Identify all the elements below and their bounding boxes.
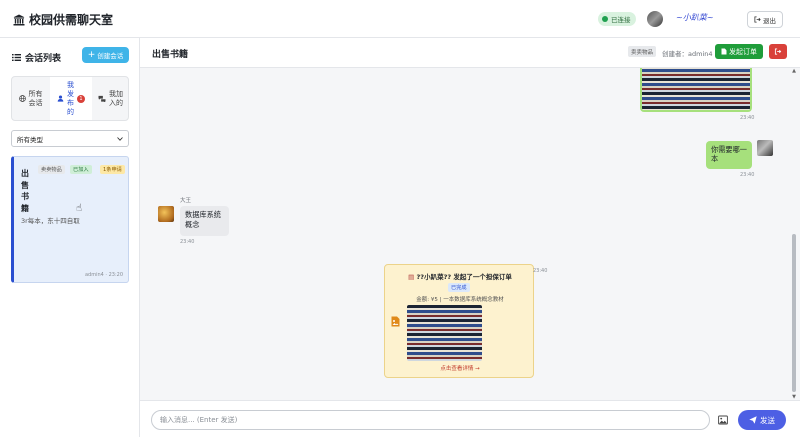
sidebar-title: 会话列表 [12,51,61,64]
building-icon [13,14,25,25]
tab-all-sessions[interactable]: 所有会话 [12,77,50,120]
connection-status-text: 已连接 [611,16,631,24]
own-avatar [757,140,773,156]
create-order-button[interactable]: 发起订单 [715,44,763,59]
status-dot-icon [602,16,608,22]
message-time: 23:40 [740,172,755,178]
new-session-button[interactable]: + 创建会话 [82,47,129,63]
message-input[interactable] [151,410,710,430]
app-brand: 校园供需聊天室 [13,11,113,28]
connection-status-badge: 已连接 [598,12,636,26]
app-title: 校园供需聊天室 [29,13,114,27]
scroll-up-icon[interactable]: ▲ [791,68,797,74]
tab-joined-label: 我加入的 [109,89,123,107]
incoming-message-bubble: 数据库系统概念 [180,206,229,236]
books-photo [642,68,750,110]
create-order-label: 发起订单 [729,47,757,56]
chevron-down-icon [117,136,123,141]
chat-creator: 创建者：admin4 [662,50,713,58]
tab-all-label: 所有会话 [28,89,43,107]
leave-chat-button[interactable] [769,44,787,59]
sign-out-icon [774,48,782,55]
unread-count-badge: 1 [77,94,85,103]
session-meta: admin4 · 23:20 [84,272,123,278]
composer-bar: 发送 [140,400,800,437]
session-joined-tag: 已加入 [70,165,92,174]
chat-type-tag: 卖卖物品 [628,46,657,57]
session-description: 3r每本，东十四自取 [21,217,80,225]
send-button[interactable]: 发送 [738,410,786,430]
sign-out-icon [754,16,761,23]
plus-icon: + [87,50,96,60]
message-scrollbar[interactable]: ▲ ▼ [791,68,797,400]
message-time: 23:40 [533,268,548,274]
list-icon [12,54,21,61]
user-icon [57,95,64,102]
user-avatar[interactable] [647,11,663,27]
session-title: 出售书籍 [21,169,29,213]
order-card[interactable]: ▤ ??小趴菜?? 发起了一个担保订单 已完成 金额: ¥5 | 一本数据库系统… [384,264,534,378]
image-upload-icon[interactable] [718,415,728,425]
paper-plane-icon [749,416,757,424]
session-card[interactable]: 出售书籍 卖卖物品 已加入 1条申请 3r每本，东十四自取 admin4 · 2… [11,156,129,283]
order-item-photo[interactable] [407,305,482,361]
chat-title: 出售书籍 [152,50,189,60]
session-filter-tabs: 所有会话 我发布的 1 我加入的 [11,76,129,121]
message-time: 23:40 [740,115,755,121]
order-detail-link[interactable]: 点击查看详情 → [385,364,535,372]
message-time: 23:40 [180,239,195,245]
session-type-select[interactable]: 所有类型 [11,130,129,147]
session-sidebar: 会话列表 + 创建会话 所有会话 我发布的 1 我加入的 所有类型 出售书籍 卖… [0,38,140,437]
hand-cursor-icon: ☝ [76,203,83,214]
message-list[interactable]: 23:40 你需要哪一本 23:40 大王 数据库系统概念 23:40 ▤ ??… [140,68,800,400]
top-bar: 校园供需聊天室 已连接 ~小趴菜~ 退出 [0,0,800,38]
session-type-tag: 卖卖物品 [38,165,65,174]
tab-joined[interactable]: 我加入的 [92,77,130,120]
new-session-label: 创建会话 [97,52,124,60]
clipboard-icon: ▤ [408,273,415,281]
current-username: ~小趴菜~ [676,13,714,22]
sidebar-title-text: 会话列表 [25,54,62,64]
globe-icon [18,95,26,102]
tab-mine-label: 我发布的 [67,80,74,116]
order-card-title-text: ??小趴菜?? 发起了一个担保订单 [416,273,512,281]
chat-header: 出售书籍 卖卖物品 创建者：admin4 发起订单 [140,38,800,68]
comments-icon [98,95,106,102]
session-application-tag: 1条申请 [100,165,125,174]
sender-avatar [158,206,174,222]
sender-name: 大王 [180,198,192,204]
logout-label: 退出 [763,16,776,25]
send-label: 发送 [760,415,775,425]
logout-button[interactable]: 退出 [747,11,783,28]
image-message[interactable] [640,68,752,112]
file-image-icon [391,316,400,330]
file-icon [721,48,727,55]
tab-my-published[interactable]: 我发布的 1 [50,77,92,120]
session-type-value: 所有类型 [17,135,43,144]
order-card-title: ▤ ??小趴菜?? 发起了一个担保订单 [385,271,535,281]
order-status-badge: 已完成 [448,283,470,292]
own-message-bubble: 你需要哪一本 [706,141,752,169]
scroll-thumb[interactable] [792,234,796,392]
order-info: 金额: ¥5 | 一本数据库系统概念教材 [416,297,504,303]
